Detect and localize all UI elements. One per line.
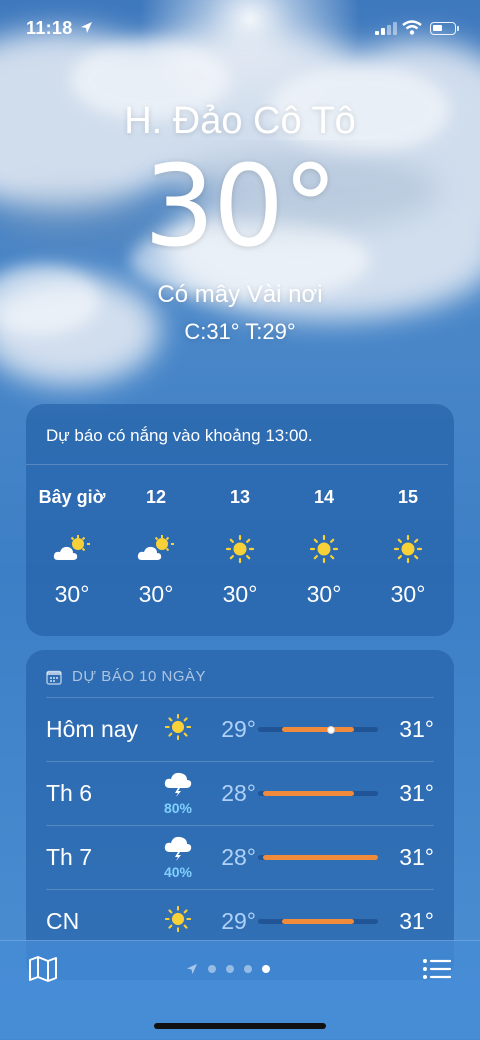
wifi-icon: [402, 20, 422, 35]
day-low-temp: 28°: [221, 844, 256, 870]
page-dot-active: [262, 965, 270, 973]
current-weather: H. Đảo Cô Tô 30° Có mây Vài nơi C:31° T:…: [0, 92, 480, 345]
thunderstorm-icon: 80%: [156, 771, 200, 816]
day-high-temp: 31°: [399, 908, 434, 934]
battery-icon: [430, 22, 456, 35]
temperature-range-bar: [258, 791, 378, 796]
hour-item: Bây giờ 30°: [30, 487, 114, 608]
partly-cloudy-icon: [114, 521, 198, 577]
hour-label: 15: [397, 487, 419, 507]
hourly-forecast-card[interactable]: Dự báo có nắng vào khoảng 13:00. Bây giờ…: [26, 404, 454, 636]
day-name: Th 7: [46, 844, 93, 870]
hour-temperature: 30°: [306, 581, 342, 607]
precipitation-chance: 80%: [163, 800, 193, 816]
hour-temperature: 30°: [138, 581, 174, 607]
status-time: 11:18: [26, 18, 73, 38]
hour-temperature: 30°: [222, 581, 258, 607]
daily-forecast-title: DỰ BÁO 10 NGÀY: [72, 668, 207, 685]
daily-forecast-card[interactable]: DỰ BÁO 10 NGÀY Hôm nay 29° 31° Th 6 80% …: [26, 650, 454, 980]
current-temperature: 30°: [143, 142, 339, 272]
location-arrow-icon: [186, 963, 198, 975]
sun-icon: [156, 713, 200, 746]
day-name: CN: [46, 908, 80, 934]
day-row[interactable]: Th 6 80% 28° 31°: [46, 761, 434, 825]
hour-item: 15 30°: [366, 487, 450, 608]
page-dot: [226, 965, 234, 973]
page-dot: [244, 965, 252, 973]
location-name: H. Đảo Cô Tô: [124, 100, 356, 142]
daily-forecast-header: DỰ BÁO 10 NGÀY: [26, 650, 454, 697]
temperature-range-fill: [282, 727, 354, 732]
day-high-temp: 31°: [399, 716, 434, 742]
day-low-temp: 29°: [221, 716, 256, 742]
hour-label: Bây giờ: [38, 487, 106, 507]
battery-tip: [457, 26, 459, 31]
hour-item: 14 30°: [282, 487, 366, 608]
current-condition: Có mây Vài nơi: [157, 281, 323, 308]
home-indicator[interactable]: [154, 1023, 326, 1029]
temperature-range-bar: [258, 855, 378, 860]
sun-icon: [156, 905, 200, 938]
partly-cloudy-icon: [30, 521, 114, 577]
day-name: Th 6: [46, 780, 93, 806]
hour-item: 12 30°: [114, 487, 198, 608]
page-indicator[interactable]: [186, 963, 270, 975]
map-icon[interactable]: [28, 955, 58, 983]
temperature-range-fill: [262, 855, 378, 860]
precipitation-chance: 40%: [163, 864, 193, 880]
temperature-range-fill: [262, 791, 354, 796]
high-low-temperature: C:31° T:29°: [184, 319, 296, 344]
forecast-summary: Dự báo có nắng vào khoảng 13:00.: [26, 404, 448, 465]
hour-temperature: 30°: [390, 581, 426, 607]
day-row[interactable]: Hôm nay 29° 31°: [46, 697, 434, 761]
location-arrow-icon: [81, 22, 92, 33]
hour-temperature: 30°: [54, 581, 90, 607]
sun-icon: [282, 521, 366, 577]
temperature-range-fill: [282, 919, 354, 924]
sun-icon: [198, 521, 282, 577]
current-temp-marker: [327, 726, 335, 734]
status-bar: 11:18: [0, 0, 480, 56]
temperature-range-bar: [258, 726, 378, 734]
thunderstorm-icon: 40%: [156, 835, 200, 880]
hour-label: 12: [145, 487, 167, 507]
temperature-range-bar: [258, 919, 378, 924]
sun-icon: [366, 521, 450, 577]
day-high-temp: 31°: [399, 844, 434, 870]
bottom-toolbar: [0, 940, 480, 1040]
hourly-list: Bây giờ 30° 12 30° 13 30° 14 30° 15 30°: [26, 487, 454, 608]
signal-icon: [375, 22, 397, 35]
day-high-temp: 31°: [399, 780, 434, 806]
hour-label: 13: [229, 487, 251, 507]
hour-label: 14: [313, 487, 335, 507]
hour-item: 13 30°: [198, 487, 282, 608]
day-name: Hôm nay: [46, 716, 139, 742]
day-low-temp: 29°: [221, 908, 256, 934]
list-icon[interactable]: [422, 957, 452, 981]
calendar-icon: [46, 670, 62, 685]
day-low-temp: 28°: [221, 780, 256, 806]
day-row[interactable]: Th 7 40% 28° 31°: [46, 825, 434, 889]
page-dot: [208, 965, 216, 973]
